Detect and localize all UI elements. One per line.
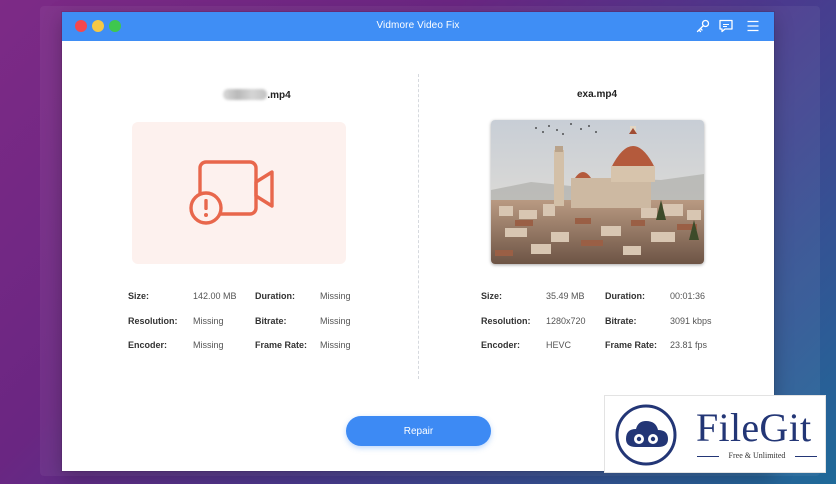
tagline-rule-right (795, 456, 817, 457)
blurred-filename (223, 89, 268, 100)
duration-label: Duration: (255, 291, 295, 301)
broken-video-icon (189, 160, 274, 225)
key-icon[interactable] (695, 18, 711, 34)
resolution-label: Resolution: (481, 316, 531, 326)
size-value: 35.49 MB (546, 291, 585, 301)
duration-value: 00:01:36 (670, 291, 706, 301)
size-value: 142.00 MB (193, 291, 237, 301)
duration-label: Duration: (605, 291, 645, 301)
encoder-value: Missing (193, 340, 224, 350)
filegit-watermark: FileGit Free & Unlimited (604, 395, 826, 473)
bitrate-value: Missing (320, 316, 351, 326)
sample-file-info: Size: 35.49 MB Duration: 00:01:36 Resolu… (481, 291, 741, 361)
filegit-brand: FileGit (696, 405, 812, 450)
resolution-value: 1280x720 (546, 316, 586, 326)
bitrate-label: Bitrate: (255, 316, 287, 326)
size-label: Size: (128, 291, 150, 301)
encoder-label: Encoder: (128, 340, 168, 350)
frame-rate-value: Missing (320, 340, 351, 350)
size-label: Size: (481, 291, 503, 301)
broken-file-extension: .mp4 (267, 90, 291, 101)
broken-video-preview[interactable] (132, 122, 346, 264)
filegit-logo-icon (615, 404, 677, 466)
resolution-value: Missing (193, 316, 224, 326)
frame-rate-value: 23.81 fps (670, 340, 708, 350)
title-bar: Vidmore Video Fix (62, 12, 774, 41)
bitrate-value: 3091 kbps (670, 316, 712, 326)
window-title: Vidmore Video Fix (376, 20, 460, 31)
menu-icon[interactable] (745, 18, 761, 34)
sample-video-thumbnail[interactable] (491, 120, 704, 264)
resolution-label: Resolution: (128, 316, 178, 326)
duration-value: Missing (320, 291, 351, 301)
encoder-label: Encoder: (481, 340, 521, 350)
repair-button[interactable]: Repair (346, 416, 491, 446)
feedback-icon[interactable] (718, 18, 734, 34)
broken-file-name: .mp4 (202, 89, 312, 101)
sample-file-name: exa.mp4 (576, 89, 618, 100)
frame-rate-label: Frame Rate: (255, 340, 308, 350)
encoder-value: HEVC (546, 340, 572, 350)
frame-rate-label: Frame Rate: (605, 340, 658, 350)
bitrate-label: Bitrate: (605, 316, 637, 326)
broken-file-info: Size: 142.00 MB Duration: Missing Resolu… (128, 291, 368, 361)
panel-divider (418, 74, 419, 379)
